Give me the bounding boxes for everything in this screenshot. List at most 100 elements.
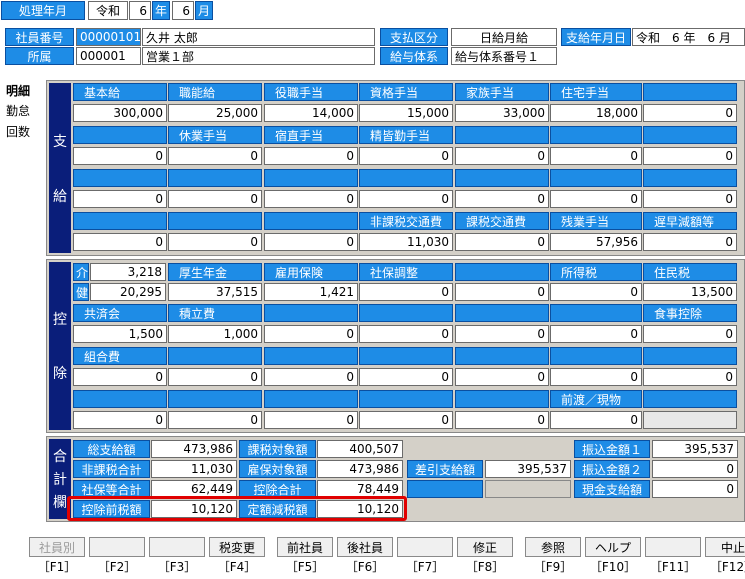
pay-date-field[interactable]: 令和 6 年 6 月 bbox=[632, 28, 745, 46]
deduction-value[interactable]: 0 bbox=[550, 283, 642, 301]
deduction-value[interactable]: 1,000 bbox=[168, 325, 262, 343]
deduction-value[interactable]: 0 bbox=[455, 325, 549, 343]
deduction-value[interactable]: 0 bbox=[359, 368, 453, 386]
pay-type-field[interactable]: 日給月給 bbox=[451, 28, 557, 46]
payment-value[interactable]: 0 bbox=[168, 233, 262, 251]
deduction-value[interactable]: 0 bbox=[359, 411, 453, 429]
payment-value[interactable]: 14,000 bbox=[264, 104, 358, 122]
payment-value[interactable]: 0 bbox=[264, 233, 358, 251]
year-field[interactable]: 6 bbox=[129, 1, 151, 20]
employee-number-field[interactable]: 00000101 bbox=[76, 28, 141, 46]
fkey-button-f5[interactable]: 前社員 bbox=[277, 537, 333, 557]
payment-value[interactable]: 0 bbox=[73, 233, 167, 251]
payment-value[interactable]: 0 bbox=[264, 147, 358, 165]
cash-label: 現金支給額 bbox=[574, 480, 650, 498]
fkey-button-f6[interactable]: 後社員 bbox=[337, 537, 393, 557]
transfer1-value[interactable]: 395,537 bbox=[652, 440, 738, 458]
payment-header: 基本給 bbox=[73, 83, 167, 101]
payment-value[interactable]: 11,030 bbox=[359, 233, 453, 251]
deduction-header bbox=[455, 347, 549, 365]
payment-value[interactable]: 0 bbox=[264, 190, 358, 208]
payment-value[interactable]: 0 bbox=[168, 147, 262, 165]
deduction-value[interactable]: 0 bbox=[73, 368, 167, 386]
payment-header bbox=[73, 126, 167, 144]
payment-header bbox=[264, 169, 358, 187]
payment-value[interactable]: 0 bbox=[643, 147, 737, 165]
tab-details[interactable]: 明細 bbox=[2, 80, 42, 101]
payment-value[interactable]: 0 bbox=[550, 190, 642, 208]
deduction-value bbox=[643, 411, 737, 429]
fkey-label-f1: ［F1］ bbox=[37, 560, 77, 574]
taxable-value: 400,507 bbox=[317, 440, 403, 458]
fkey-button-f12[interactable]: 中止 bbox=[705, 537, 745, 557]
deduction-value[interactable]: 0 bbox=[359, 283, 453, 301]
tab-attendance[interactable]: 勤怠 bbox=[2, 100, 42, 121]
pre-tax-value: 10,120 bbox=[151, 500, 237, 518]
payment-value[interactable]: 0 bbox=[73, 190, 167, 208]
deduction-value[interactable]: 0 bbox=[168, 411, 262, 429]
payment-value[interactable]: 0 bbox=[168, 190, 262, 208]
payment-value[interactable]: 0 bbox=[455, 147, 549, 165]
fkey-button-f10[interactable]: ヘルプ bbox=[585, 537, 641, 557]
payment-value[interactable]: 18,000 bbox=[550, 104, 642, 122]
deduction-value[interactable]: 13,500 bbox=[643, 283, 737, 301]
payment-value[interactable]: 15,000 bbox=[359, 104, 453, 122]
payment-value[interactable]: 0 bbox=[73, 147, 167, 165]
fkey-button-f2[interactable] bbox=[89, 537, 145, 557]
payment-value[interactable]: 57,956 bbox=[550, 233, 642, 251]
department-code-field[interactable]: 000001 bbox=[76, 47, 141, 65]
payment-value[interactable]: 0 bbox=[359, 147, 453, 165]
deduction-value[interactable]: 1,421 bbox=[264, 283, 358, 301]
deduction-value[interactable]: 37,515 bbox=[168, 283, 262, 301]
fkey-button-f4[interactable]: 税変更 bbox=[209, 537, 265, 557]
payment-header: 資格手当 bbox=[359, 83, 453, 101]
ken-value[interactable]: 20,295 bbox=[90, 283, 166, 301]
payment-header: 宿直手当 bbox=[264, 126, 358, 144]
month-field[interactable]: 6 bbox=[172, 1, 194, 20]
deduction-value[interactable]: 1,500 bbox=[73, 325, 167, 343]
fkey-button-f9[interactable]: 参照 bbox=[525, 537, 581, 557]
deduction-value[interactable]: 0 bbox=[643, 368, 737, 386]
deduction-header: 住民税 bbox=[643, 263, 737, 281]
deduction-value[interactable]: 0 bbox=[550, 368, 642, 386]
payment-value[interactable]: 33,000 bbox=[455, 104, 549, 122]
deduction-value[interactable]: 0 bbox=[455, 368, 549, 386]
payment-value[interactable]: 300,000 bbox=[73, 104, 167, 122]
deduction-value[interactable]: 0 bbox=[550, 411, 642, 429]
tab-count[interactable]: 回数 bbox=[2, 121, 42, 142]
pay-system-field[interactable]: 給与体系番号１ bbox=[451, 47, 557, 65]
fkey-button-f11[interactable] bbox=[645, 537, 701, 557]
deduction-value[interactable]: 0 bbox=[643, 325, 737, 343]
payment-header bbox=[550, 169, 642, 187]
kai-value[interactable]: 3,218 bbox=[90, 263, 166, 281]
deduction-value[interactable]: 0 bbox=[264, 325, 358, 343]
fkey-button-f3[interactable] bbox=[149, 537, 205, 557]
fkey-button-f1[interactable]: 社員別 bbox=[29, 537, 85, 557]
payment-value[interactable]: 0 bbox=[643, 233, 737, 251]
fkey-button-f8[interactable]: 修正 bbox=[457, 537, 513, 557]
employee-name-field: 久井 太郎 bbox=[142, 28, 375, 46]
payment-value[interactable]: 0 bbox=[455, 233, 549, 251]
payment-value[interactable]: 0 bbox=[359, 190, 453, 208]
payment-header bbox=[643, 83, 737, 101]
payment-value[interactable]: 0 bbox=[455, 190, 549, 208]
deduction-value[interactable]: 0 bbox=[73, 411, 167, 429]
deduction-value[interactable]: 0 bbox=[168, 368, 262, 386]
deduction-value[interactable]: 0 bbox=[455, 283, 549, 301]
payment-value[interactable]: 0 bbox=[643, 190, 737, 208]
deduction-value[interactable]: 0 bbox=[550, 325, 642, 343]
era-field[interactable]: 令和 bbox=[88, 1, 128, 20]
payment-value[interactable]: 0 bbox=[643, 104, 737, 122]
deduction-value[interactable]: 0 bbox=[455, 411, 549, 429]
fkey-button-f7[interactable] bbox=[397, 537, 453, 557]
fkey-label-f12: ［F12］ bbox=[709, 560, 745, 574]
payment-value[interactable]: 0 bbox=[550, 147, 642, 165]
deduction-value[interactable]: 0 bbox=[264, 368, 358, 386]
deduction-value[interactable]: 0 bbox=[359, 325, 453, 343]
payment-value[interactable]: 25,000 bbox=[168, 104, 262, 122]
cash-value[interactable]: 0 bbox=[652, 480, 738, 498]
deduction-value[interactable]: 0 bbox=[264, 411, 358, 429]
deductions-title-char: 除 bbox=[53, 366, 67, 382]
transfer2-value[interactable]: 0 bbox=[652, 460, 738, 478]
deduction-header bbox=[359, 304, 453, 322]
